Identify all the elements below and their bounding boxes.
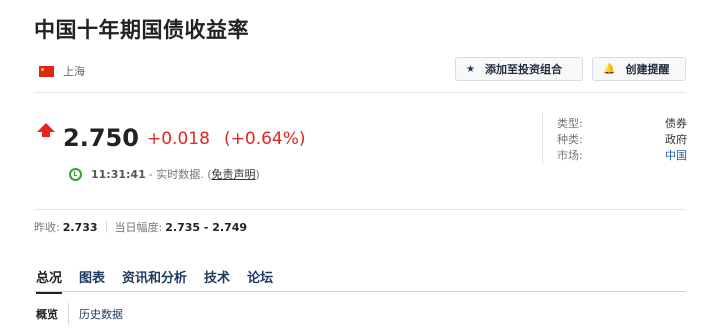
quote-divider xyxy=(34,209,686,210)
price-change: +0.018 xyxy=(147,129,210,149)
info-market-link[interactable]: 中国 xyxy=(665,147,687,163)
clock-icon xyxy=(69,167,82,181)
info-market-key: 市场: xyxy=(557,149,583,162)
subtab-separator xyxy=(68,303,69,325)
create-alert-label: 创建提醒 xyxy=(625,63,670,76)
close-paren: ) xyxy=(255,167,260,181)
create-alert-button[interactable]: 🔔 创建提醒 xyxy=(592,57,686,81)
prev-close-label: 昨收: xyxy=(34,221,60,234)
tab-technical[interactable]: 技术 xyxy=(204,267,230,294)
info-category-value: 政府 xyxy=(665,133,687,146)
info-category-row: 种类: 政府 xyxy=(557,131,687,147)
tab-overview[interactable]: 总况 xyxy=(36,267,63,294)
info-type-row: 类型: 债券 xyxy=(557,115,687,131)
tab-chart[interactable]: 图表 xyxy=(79,267,105,294)
market-name: 上海 xyxy=(63,65,85,78)
page-title: 中国十年期国债收益率 xyxy=(34,18,249,42)
subtab-overview[interactable]: 概览 xyxy=(36,306,58,322)
info-category-key: 种类: xyxy=(557,133,583,146)
add-to-portfolio-button[interactable]: ★ 添加至投资组合 xyxy=(455,57,583,81)
info-market-row: 市场: 中国 xyxy=(557,147,687,163)
info-type-key: 类型: xyxy=(557,117,583,130)
prev-close-value: 2.733 xyxy=(62,220,98,234)
price-change-percent: (+0.64%) xyxy=(224,129,306,149)
market-indicator: 上海 xyxy=(39,63,85,79)
info-type-value: 债券 xyxy=(665,117,687,130)
tab-forum[interactable]: 论坛 xyxy=(247,267,273,294)
bell-icon: 🔔 xyxy=(603,63,616,75)
realtime-label: - 实时数据. ( xyxy=(148,168,212,181)
quote-time-row: 11:31:41 - 实时数据. ( 免责声明 ) xyxy=(69,166,260,182)
info-divider xyxy=(542,112,543,164)
main-tabs: 总况 图表 资讯和分析 技术 论坛 xyxy=(36,267,290,294)
tabs-underline xyxy=(34,291,686,292)
range-row: 昨收: 2.733 当日幅度: 2.735 - 2.749 xyxy=(34,219,247,235)
subtab-historical-data[interactable]: 历史数据 xyxy=(79,306,123,322)
flag-china-icon xyxy=(39,65,54,77)
up-arrow-icon xyxy=(37,123,55,137)
range-separator xyxy=(105,221,107,233)
last-price: 2.750 xyxy=(63,124,139,152)
day-range-label: 当日幅度: xyxy=(114,221,163,234)
day-range-value: 2.735 - 2.749 xyxy=(165,220,248,234)
quote-time: 11:31:41 xyxy=(91,167,146,181)
add-to-portfolio-label: 添加至投资组合 xyxy=(484,63,562,76)
header-divider xyxy=(34,92,686,93)
disclaimer-link[interactable]: 免责声明 xyxy=(212,166,256,182)
tab-news-analysis[interactable]: 资讯和分析 xyxy=(122,267,187,294)
star-icon: ★ xyxy=(466,63,475,75)
sub-tabs: 概览 历史数据 xyxy=(36,303,123,325)
